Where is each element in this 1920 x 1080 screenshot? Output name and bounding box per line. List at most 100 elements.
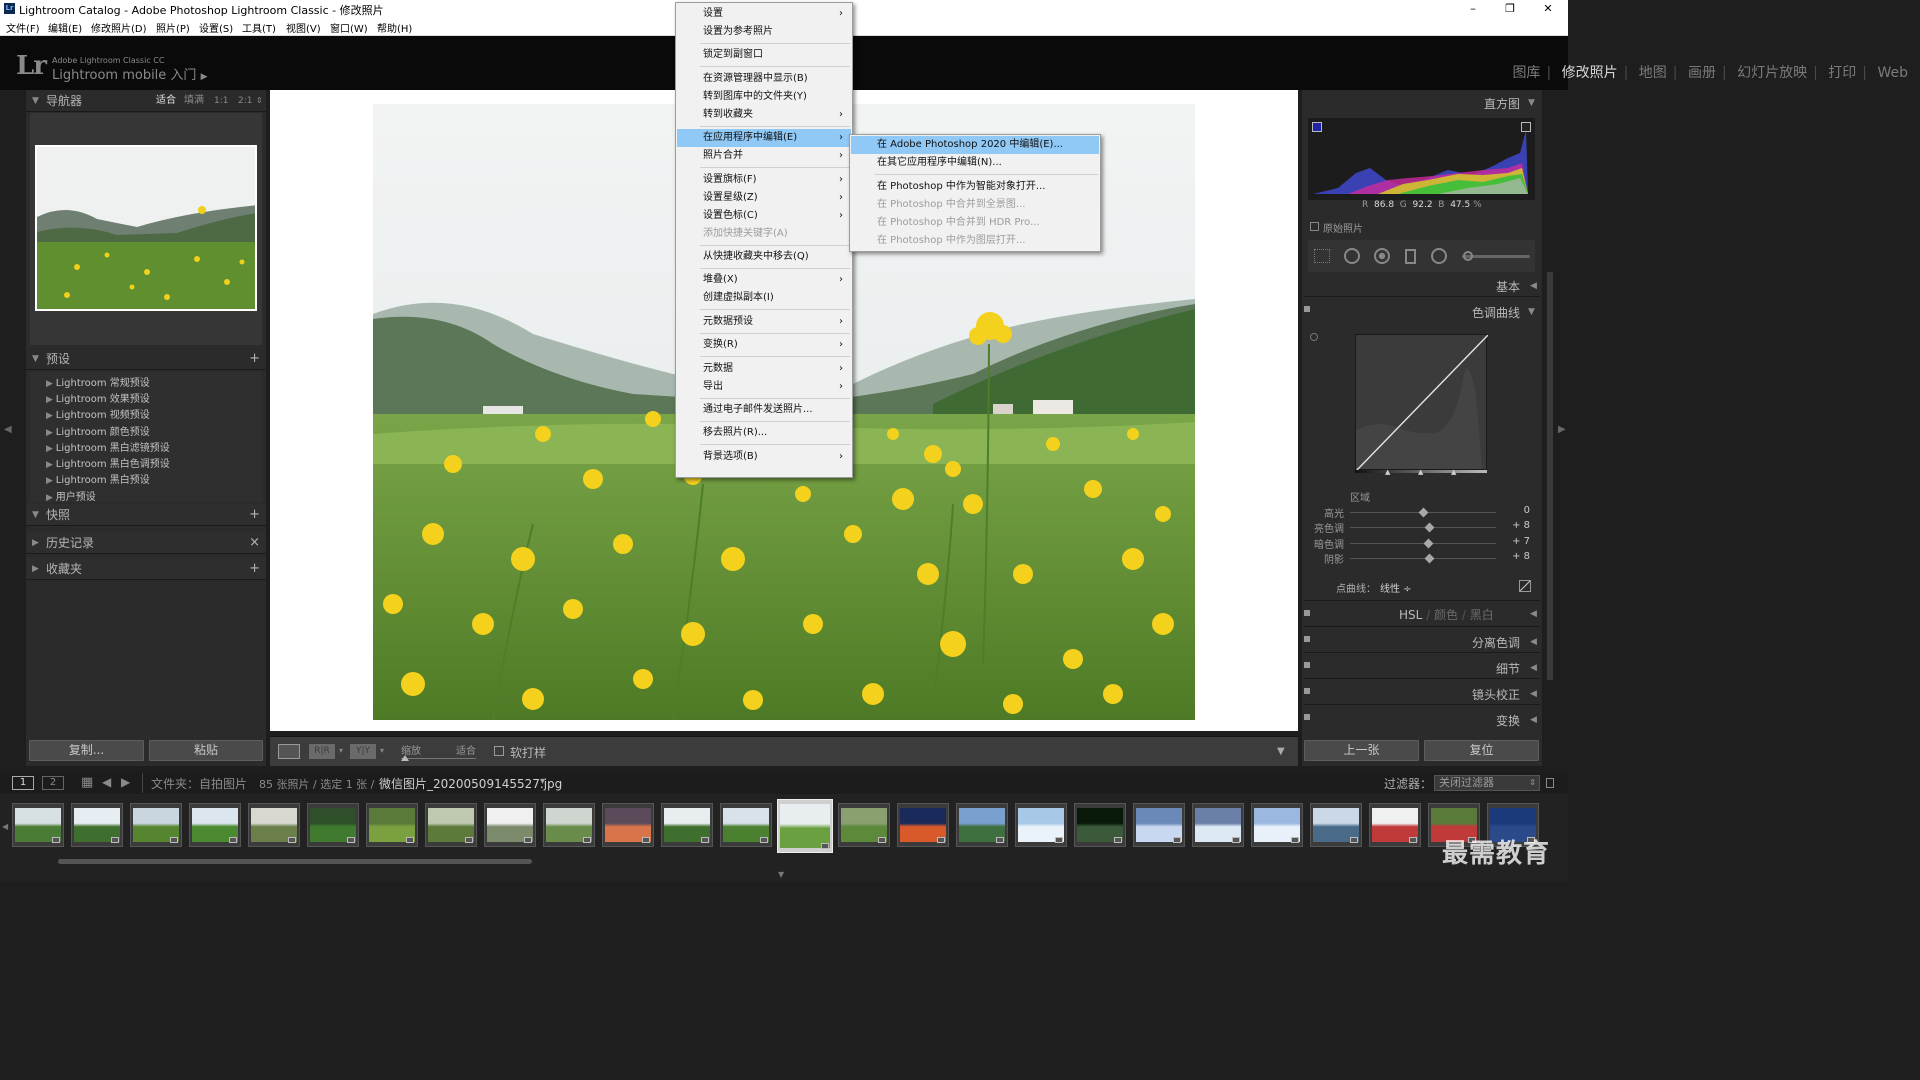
menu-file[interactable]: 文件(F) [6,20,40,35]
nav-fit[interactable]: 适合 [156,90,176,112]
clear-history-icon[interactable]: × [249,532,260,554]
add-snapshot-icon[interactable]: + [249,504,260,526]
context-menu-item[interactable]: 照片合并 › [677,147,851,165]
filmstrip-thumbnail[interactable] [897,803,949,847]
context-menu-item[interactable]: 背景选项(B) › [677,448,851,466]
context-menu-item[interactable]: 转到图库中的文件夹(Y) [677,88,851,106]
collapse-triangle-icon[interactable]: ▼ [1528,98,1535,108]
adjustment-brush-icon[interactable] [1463,251,1473,261]
filter-lock-icon[interactable] [1546,778,1554,788]
context-menu-item[interactable]: 通过电子邮件发送照片... [677,401,851,419]
preset-folder[interactable]: ▶ Lightroom 黑白预设 [46,471,150,486]
context-menu-item[interactable]: 导出 › [677,378,851,396]
expand-triangle-icon[interactable]: ◀ [1530,281,1537,291]
split-point-shadows[interactable]: ▲ [1385,468,1390,476]
context-menu-item[interactable]: 从快捷收藏夹中移去(Q) [677,248,851,266]
context-menu-item[interactable]: 在应用程序中编辑(E) › [677,129,851,148]
filmstrip-scrollbar[interactable] [58,859,532,864]
reset-button[interactable]: 复位 [1424,740,1539,761]
before-after-lr-icon[interactable]: R|R [309,744,335,759]
split-point-midtones[interactable]: ▲ [1418,468,1423,476]
filmstrip-scroll-left-icon[interactable]: ◀ [2,822,8,831]
filmstrip-thumbnail[interactable] [307,803,359,847]
context-menu-item[interactable]: 创建虚拟副本(I) [677,289,851,307]
identity-plate-main[interactable]: Lightroom mobile 入门 ▶ [52,64,208,83]
filmstrip-thumbnail[interactable] [130,803,182,847]
menu-edit[interactable]: 编辑(E) [48,20,82,35]
collections-header[interactable]: ▶ 收藏夹 + [26,558,266,580]
filmstrip-thumbnail[interactable] [71,803,123,847]
submenu-item[interactable]: 在 Adobe Photoshop 2020 中编辑(E)... [851,136,1099,154]
before-after-tb-icon[interactable]: Y|Y [350,744,376,759]
preset-folder[interactable]: ▶ Lightroom 视频预设 [46,406,150,421]
nav-1to1[interactable]: 1:1 [214,90,228,112]
tab-bw[interactable]: 黑白 [1470,608,1494,622]
primary-display-button[interactable]: 1 [12,776,34,790]
collapse-triangle-icon[interactable]: ▼ [1528,307,1535,317]
context-menu-item[interactable]: 设置星级(Z) › [677,189,851,207]
filmstrip-thumbnail[interactable] [1015,803,1067,847]
preset-folder[interactable]: ▶ Lightroom 黑白滤镜预设 [46,439,170,454]
context-menu-item[interactable]: 变换(R) › [677,336,851,354]
filmstrip-thumbnail[interactable] [720,803,772,847]
grid-view-icon[interactable]: ▦ [81,775,93,790]
submenu-item[interactable]: 在其它应用程序中编辑(N)... [851,154,1099,172]
snapshots-header[interactable]: ▼ 快照 + [26,504,266,526]
context-menu-item[interactable]: 元数据预设 › [677,313,851,331]
basic-section-title[interactable]: 基本 [1440,278,1520,295]
filmstrip-thumbnail[interactable] [484,803,536,847]
graduated-filter-icon[interactable] [1405,249,1416,264]
filmstrip-thumbnail[interactable] [248,803,300,847]
menu-view[interactable]: 视图(V) [286,20,321,35]
left-panel-toggle-icon[interactable]: ◀ [4,424,12,435]
expand-triangle-icon[interactable]: ◀ [1530,715,1537,725]
context-menu-item[interactable]: 设置旗标(F) › [677,171,851,189]
radial-filter-icon[interactable] [1431,248,1447,264]
preset-folder[interactable]: ▶ 用户预设 [46,488,96,503]
zoom-slider-thumb[interactable] [401,755,409,761]
filmstrip-thumbnail[interactable] [366,803,418,847]
toolbar-options-icon[interactable]: ▼ [1277,746,1285,757]
presets-header[interactable]: ▼ 预设 + [26,348,266,370]
tone-curve-graph[interactable] [1355,334,1489,472]
filmstrip-thumbnail[interactable] [1074,803,1126,847]
preset-folder[interactable]: ▶ Lightroom 效果预设 [46,390,150,405]
filmstrip-thumbnail[interactable] [838,803,890,847]
menu-tools[interactable]: 工具(T) [242,20,276,35]
nav-fill[interactable]: 填满 [184,90,204,112]
preset-folder[interactable]: ▶ Lightroom 颜色预设 [46,423,150,438]
tab-color[interactable]: 颜色 [1434,608,1458,622]
navigator-thumbnail[interactable] [35,145,257,311]
current-filename[interactable]: 微信图片_20200509145527.jpg [379,775,562,792]
red-eye-icon[interactable] [1374,248,1390,264]
split-point-highlights[interactable]: ▲ [1451,468,1456,476]
filename-dropdown-icon[interactable]: ▾ [540,776,545,787]
filmstrip-thumbnail[interactable] [425,803,477,847]
history-header[interactable]: ▶ 历史记录 × [26,532,266,554]
split-toning-title[interactable]: 分离色调 [1420,634,1520,651]
menu-window[interactable]: 窗口(W) [330,20,368,35]
nav-2to1[interactable]: 2:1 [238,90,252,112]
menu-settings[interactable]: 设置(S) [199,20,233,35]
secondary-display-button[interactable]: 2 [42,776,64,790]
copy-settings-button[interactable]: 复制... [29,740,144,761]
detail-title[interactable]: 细节 [1420,660,1520,677]
add-collection-icon[interactable]: + [249,558,260,580]
preset-folder[interactable]: ▶ Lightroom 常规预设 [46,374,150,389]
panel-switch-icon[interactable] [1304,714,1310,720]
context-menu-item[interactable]: 锁定到副窗口 [677,46,851,64]
filmstrip-thumbnail[interactable] [1310,803,1362,847]
filmstrip-thumbnail[interactable] [189,803,241,847]
highlight-clipping-icon[interactable] [1521,122,1531,132]
filmstrip-thumbnail[interactable] [1369,803,1421,847]
loupe-view-icon[interactable] [278,744,300,759]
back-arrow-icon[interactable]: ◀ [102,775,111,789]
filmstrip-toggle-icon[interactable]: ▼ [778,870,784,879]
panel-switch-icon[interactable] [1304,610,1310,616]
context-menu-item[interactable]: 元数据 › [677,360,851,378]
dropdown-arrow-icon[interactable]: ▾ [380,746,384,755]
expand-triangle-icon[interactable]: ◀ [1530,663,1537,673]
filmstrip-thumbnail-selected[interactable] [777,799,833,853]
dropdown-arrow-icon[interactable]: ▾ [339,746,343,755]
module-develop[interactable]: 修改照片 [1562,65,1618,81]
